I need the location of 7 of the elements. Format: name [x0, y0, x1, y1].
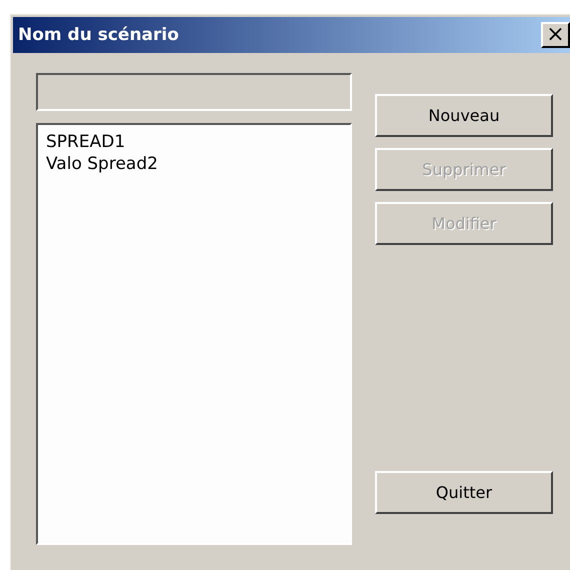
scenario-list[interactable]: SPREAD1 Valo Spread2 — [36, 123, 352, 545]
dialog-button[interactable]: Quitter — [375, 471, 553, 514]
list-item[interactable]: SPREAD1 — [46, 131, 342, 153]
window-title: Nom du scénario — [18, 25, 179, 45]
close-button[interactable]: × — [541, 22, 570, 48]
list-item[interactable]: Valo Spread2 — [46, 153, 342, 175]
dialog-button[interactable]: Nouveau — [375, 94, 553, 137]
